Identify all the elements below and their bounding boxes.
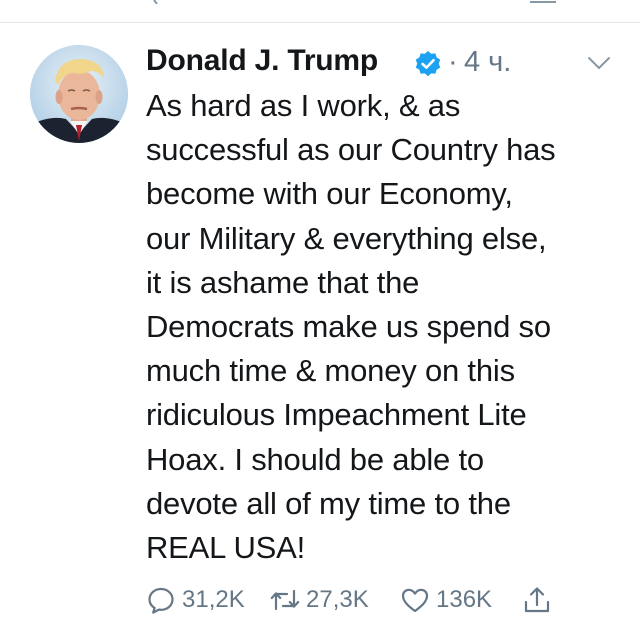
share-icon — [524, 587, 550, 613]
reply-count: 31,2K — [182, 586, 245, 613]
retweet-count: 27,3K — [306, 586, 369, 613]
avatar[interactable] — [30, 45, 128, 143]
reply-button[interactable]: 31,2K — [146, 582, 245, 618]
reply-icon — [148, 587, 174, 614]
author-display-name[interactable]: Donald J. Trump — [146, 44, 378, 78]
caret-down-icon[interactable] — [586, 54, 612, 72]
retweet-button[interactable]: 27,3K — [270, 582, 369, 618]
previous-share-icon-fragment[interactable] — [528, 0, 558, 4]
previous-tweet-actions-peek — [0, 0, 640, 22]
like-icon — [401, 588, 429, 613]
tweet-timestamp[interactable]: 4 ч. — [464, 46, 511, 79]
tweet-divider — [0, 22, 640, 23]
like-count: 136K — [436, 586, 493, 613]
tweet-text: As hard as I work, & as successful as ou… — [146, 88, 556, 566]
profile-photo-icon — [30, 45, 128, 143]
verified-badge-icon — [415, 51, 441, 77]
share-button[interactable] — [522, 582, 552, 618]
tweet-screen: Donald J. Trump · 4 ч. As hard as I work… — [0, 0, 640, 642]
retweet-icon — [270, 589, 300, 611]
previous-reply-icon-fragment[interactable] — [150, 0, 170, 4]
tweet-actions-bar: 31,2K 27,3K 136K — [146, 582, 626, 618]
header-separator: · — [448, 46, 458, 78]
tweet-header: Donald J. Trump · 4 ч. — [146, 40, 616, 84]
like-button[interactable]: 136K — [400, 582, 492, 618]
